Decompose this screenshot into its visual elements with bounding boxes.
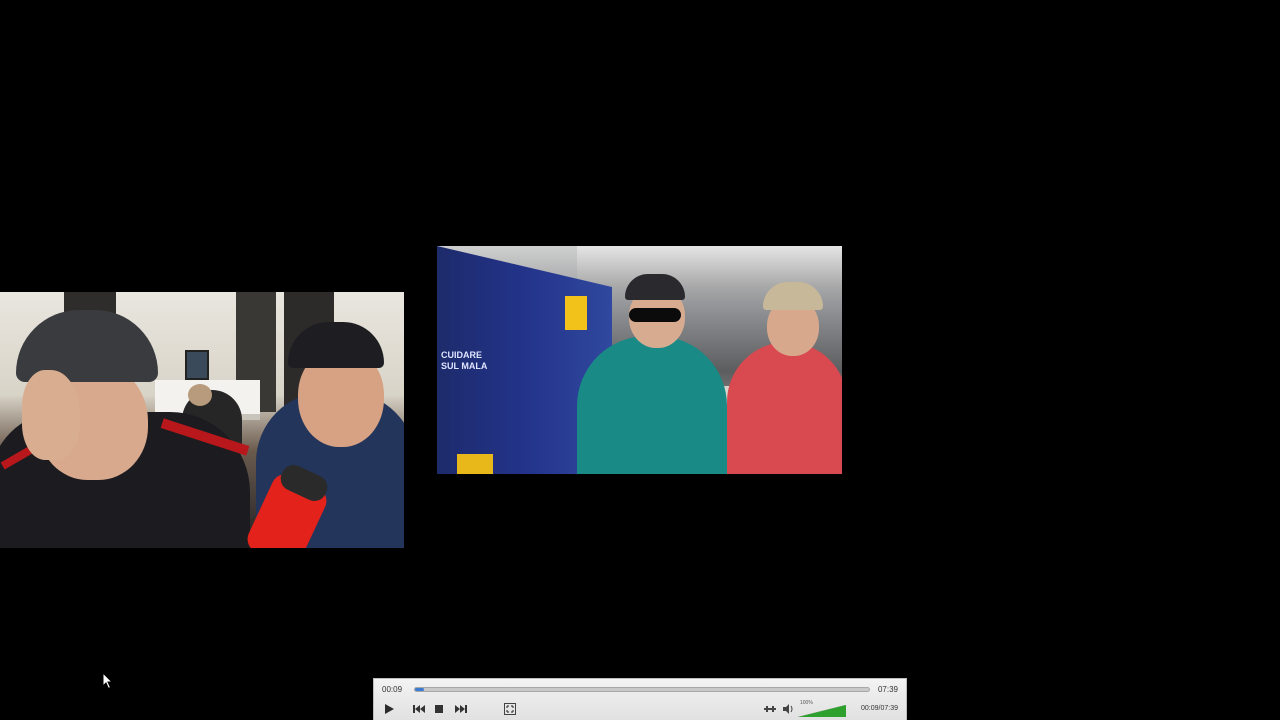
total-time: 07:39	[877, 685, 898, 694]
elapsed-time: 00:09	[382, 685, 403, 694]
previous-icon	[413, 705, 425, 713]
stop-icon	[435, 705, 443, 713]
wall-signage: CUIDARE SUL MALA	[441, 350, 488, 371]
next-button[interactable]	[452, 701, 470, 717]
stop-button[interactable]	[430, 701, 448, 717]
speaker-icon[interactable]	[783, 704, 795, 714]
fullscreen-icon	[504, 703, 516, 715]
previous-button[interactable]	[410, 701, 428, 717]
play-button[interactable]	[380, 701, 398, 717]
play-icon	[385, 704, 394, 714]
extended-settings-icon	[764, 706, 776, 712]
player-control-bar: 00:09 07:39 100% 00:09/07:39	[373, 678, 907, 720]
seek-progress	[415, 688, 425, 691]
fullscreen-button[interactable]	[501, 701, 519, 717]
mouse-cursor-icon	[102, 672, 114, 690]
seek-bar[interactable]	[414, 687, 870, 692]
right-video-frame: CUIDARE SUL MALA	[437, 246, 842, 474]
video-canvas[interactable]: CUIDARE SUL MALA	[0, 0, 1280, 678]
time-readout: 00:09/07:39	[861, 705, 898, 712]
next-icon	[455, 705, 467, 713]
volume-slider[interactable]	[798, 705, 846, 717]
extended-settings-button[interactable]	[761, 701, 779, 717]
left-video-frame	[0, 292, 404, 548]
